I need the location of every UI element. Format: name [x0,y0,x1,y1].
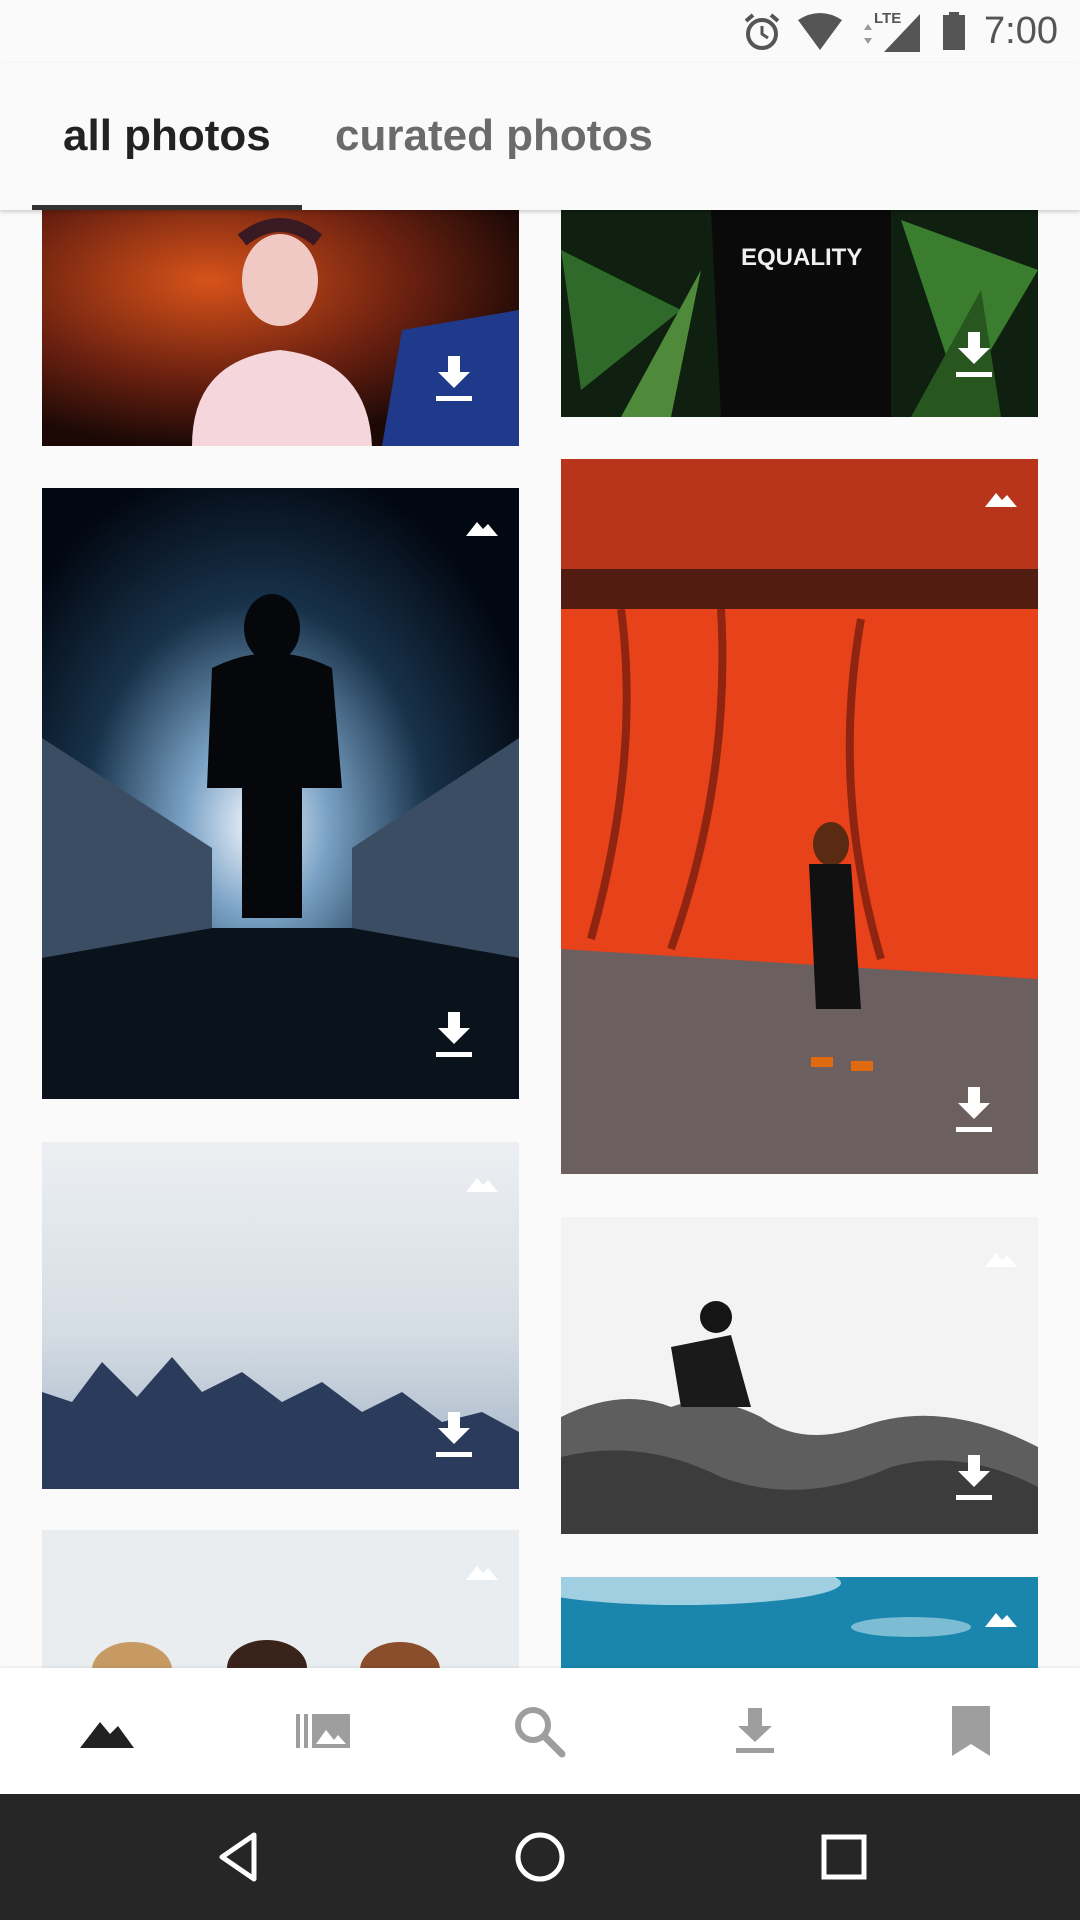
photo-image [42,488,519,1099]
tab-all-photos[interactable]: all photos [63,111,271,161]
download-icon[interactable] [954,332,994,378]
nav-search-icon[interactable] [506,1698,572,1764]
status-bar: LTE 7:00 [0,0,1080,63]
nav-download-icon[interactable] [722,1698,788,1764]
mountains-badge-icon [985,1613,1017,1627]
mountains-badge-icon [466,1178,498,1192]
bottom-navigation [0,1668,1080,1794]
back-icon[interactable] [210,1827,270,1887]
tab-header: all photos curated photos [0,63,1080,210]
home-icon[interactable] [510,1827,570,1887]
photo-image [42,1530,519,1668]
status-time: 7:00 [984,10,1058,52]
wifi-icon [798,13,842,50]
battery-icon [943,12,965,50]
photo-card[interactable] [561,459,1038,1174]
mountains-badge-icon [466,522,498,536]
photo-card[interactable] [42,210,519,446]
tab-indicator [32,205,302,210]
mountains-badge-icon [985,1253,1017,1267]
photo-card[interactable] [42,1530,519,1668]
photo-feed[interactable]: EQUALITY [0,210,1080,1668]
mountains-badge-icon [985,493,1017,507]
nav-home-mountains-icon[interactable] [74,1698,140,1764]
recents-icon[interactable] [814,1827,874,1887]
download-icon[interactable] [434,356,474,402]
photo-card[interactable] [42,488,519,1099]
download-icon[interactable] [954,1087,994,1133]
photo-card[interactable]: EQUALITY [561,210,1038,417]
nav-collections-icon[interactable] [290,1698,356,1764]
shirt-text: EQUALITY [741,244,863,271]
photo-image [561,459,1038,1174]
photo-image [561,1577,1038,1668]
download-icon[interactable] [954,1455,994,1501]
download-icon[interactable] [434,1412,474,1458]
photo-card[interactable] [561,1577,1038,1668]
mountains-badge-icon [466,1566,498,1580]
photo-image [42,210,519,446]
system-navigation-bar [0,1794,1080,1920]
photo-image [561,210,1038,417]
photo-card[interactable] [561,1217,1038,1534]
alarm-icon [744,13,780,50]
tab-curated-photos[interactable]: curated photos [335,111,653,161]
photo-card[interactable] [42,1142,519,1489]
nav-bookmark-icon[interactable] [938,1698,1004,1764]
download-icon[interactable] [434,1012,474,1058]
signal-icon [864,14,920,52]
